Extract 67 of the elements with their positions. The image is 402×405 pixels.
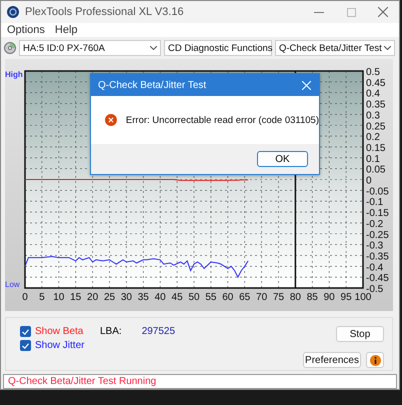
- info-icon: [370, 354, 380, 366]
- y-tick-label: -0.25: [366, 230, 389, 241]
- y-tick-label: -0.15: [366, 208, 389, 220]
- chevron-down-icon: [384, 46, 391, 50]
- high-label: High: [5, 70, 23, 79]
- x-tick-label: 40: [154, 292, 166, 303]
- lba-value: 297525: [142, 326, 176, 337]
- checkbox[interactable]: [20, 340, 31, 351]
- menu-item[interactable]: Options: [7, 24, 45, 36]
- x-tick-label: 0: [22, 292, 28, 303]
- x-tick-label: 75: [272, 292, 284, 303]
- x-tick-label: 90: [324, 292, 335, 303]
- y-tick-label: -0.05: [366, 186, 389, 198]
- window-title: PlexTools Professional XL V3.16: [25, 6, 185, 18]
- function-dropdown[interactable]: CD Diagnostic Functions: [164, 40, 272, 56]
- y-tick-label: -0.45: [366, 273, 389, 284]
- x-tick-label: 20: [87, 292, 98, 303]
- y-tick-label: 0: [366, 176, 372, 186]
- status-bar: Q-Check Beta/Jitter Test Running: [3, 374, 397, 389]
- lba-label: LBA:: [100, 326, 122, 337]
- y-tick-label: 0.2: [366, 132, 380, 144]
- dialog-title: Q-Check Beta/Jitter Test: [98, 80, 206, 90]
- y-tick-label: -0.2: [366, 218, 384, 230]
- y-tick-label: 0.15: [366, 142, 386, 154]
- y-tick-label: -0.1: [366, 197, 384, 208]
- x-tick-label: 95: [340, 292, 352, 303]
- x-tick-label: 80: [290, 292, 301, 303]
- app-logo-icon: [7, 6, 19, 18]
- x-tick-label: 25: [104, 292, 116, 303]
- y-tick-label: 0.1: [366, 154, 380, 165]
- x-tick-label: 15: [70, 292, 82, 303]
- chevron-down-icon: [150, 46, 157, 50]
- y-tick-label: 0.3: [366, 110, 380, 122]
- menu-item[interactable]: Help: [54, 24, 78, 36]
- y-tick-label: 0.45: [366, 78, 386, 89]
- info-button[interactable]: [366, 352, 384, 368]
- x-tick-label: 50: [188, 292, 200, 303]
- x-tick-label: 85: [306, 292, 318, 303]
- y-tick-label: 0.5: [366, 67, 380, 78]
- x-tick-label: 45: [172, 292, 183, 303]
- x-tick-label: 100: [354, 292, 372, 303]
- y-tick-label: 0.4: [366, 88, 380, 100]
- y-tick-label: -0.3: [366, 240, 384, 252]
- stop-button[interactable]: Stop: [336, 326, 384, 342]
- function-dropdown[interactable]: Q-Check Beta/Jitter Test: [275, 40, 395, 56]
- checkbox-label[interactable]: Show Jitter: [35, 340, 84, 351]
- x-tick-label: 55: [205, 292, 216, 303]
- disc-icon: [4, 42, 16, 54]
- x-tick-label: 70: [256, 292, 268, 303]
- x-tick-label: 60: [222, 292, 234, 303]
- y-tick-label: -0.35: [366, 251, 389, 262]
- y-tick-label: 0.25: [366, 121, 386, 132]
- ok-button[interactable]: OK: [257, 151, 308, 167]
- x-tick-label: 5: [39, 292, 45, 303]
- preferences-button[interactable]: Preferences: [303, 352, 361, 368]
- y-tick-label: 0.35: [366, 100, 386, 111]
- drive-dropdown[interactable]: HA:5 ID:0 PX-760A: [19, 40, 161, 56]
- error-message: Error: Uncorrectable read error (code 031105): [126, 114, 319, 126]
- y-tick-label: -0.4: [366, 262, 384, 274]
- x-tick-label: 35: [138, 292, 149, 303]
- x-tick-label: 65: [239, 292, 250, 303]
- checkbox[interactable]: [20, 326, 31, 337]
- close-icon[interactable]: [378, 7, 388, 17]
- low-label: Low: [5, 280, 20, 289]
- y-tick-label: 0.05: [366, 164, 386, 176]
- x-tick-label: 10: [53, 292, 64, 303]
- x-tick-label: 30: [120, 292, 132, 303]
